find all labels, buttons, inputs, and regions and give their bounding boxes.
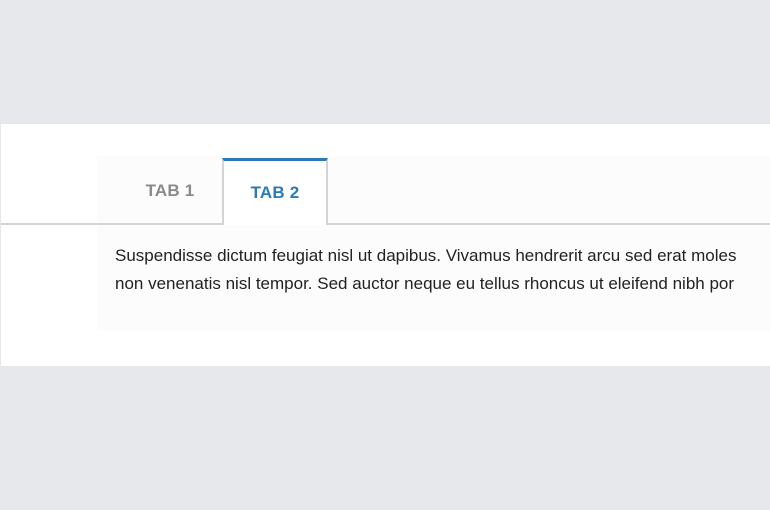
tab-bar-divider	[1, 223, 770, 225]
tabs-card: TAB 1 TAB 2 Suspendisse dictum feugiat n…	[1, 124, 770, 366]
tab-content-line-2: non venenatis nisl tempor. Sed auctor ne…	[115, 274, 735, 293]
tab-1-label: TAB 1	[145, 181, 195, 200]
tab-2[interactable]: TAB 2	[222, 158, 328, 225]
tab-2-label: TAB 2	[250, 183, 300, 202]
tab-content-panel: Suspendisse dictum feugiat nisl ut dapib…	[115, 242, 770, 298]
tab-1[interactable]: TAB 1	[119, 158, 221, 224]
tab-content-line-1: Suspendisse dictum feugiat nisl ut dapib…	[115, 246, 737, 265]
